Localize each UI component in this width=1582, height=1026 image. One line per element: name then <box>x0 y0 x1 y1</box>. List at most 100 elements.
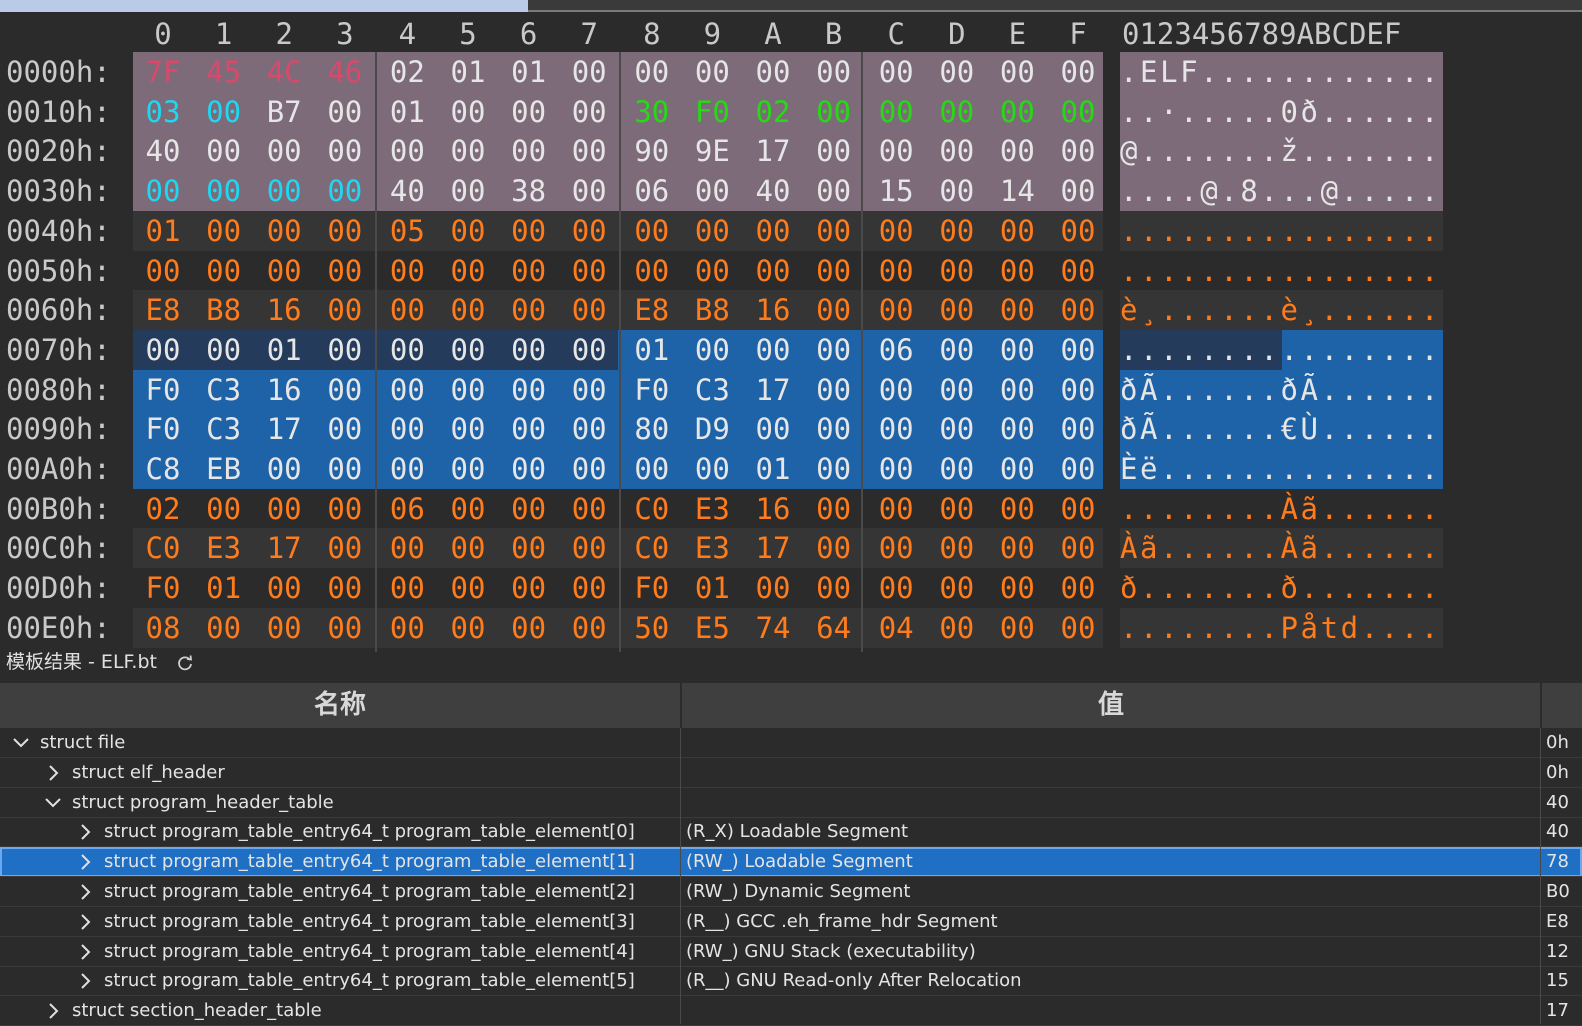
hex-byte[interactable]: 00 <box>927 52 987 92</box>
hex-byte[interactable]: 00 <box>559 449 619 489</box>
ascii-line[interactable]: ................ <box>1120 330 1441 370</box>
ascii-line[interactable]: è¸......è¸...... <box>1120 290 1441 330</box>
hex-byte[interactable]: 00 <box>866 211 926 251</box>
hex-byte[interactable]: 00 <box>438 489 498 529</box>
hex-byte[interactable]: 00 <box>804 171 864 211</box>
hex-byte[interactable]: 00 <box>559 330 619 370</box>
hex-byte[interactable]: 01 <box>622 330 682 370</box>
column-name-header[interactable]: 名称 <box>0 683 680 728</box>
hex-byte[interactable]: 00 <box>1048 528 1108 568</box>
hex-byte[interactable]: 00 <box>438 449 498 489</box>
hex-byte[interactable]: 00 <box>438 528 498 568</box>
hex-byte[interactable]: 00 <box>499 409 559 449</box>
hex-byte[interactable]: 00 <box>866 528 926 568</box>
hex-byte[interactable]: 00 <box>987 528 1047 568</box>
hex-byte[interactable]: 00 <box>194 489 254 529</box>
hex-byte[interactable]: F0 <box>133 409 193 449</box>
ascii-line[interactable]: ........Àã...... <box>1120 489 1441 529</box>
hex-byte[interactable]: 00 <box>927 449 987 489</box>
hex-byte[interactable]: 00 <box>622 449 682 489</box>
hex-byte[interactable]: 06 <box>622 171 682 211</box>
hex-byte[interactable]: 00 <box>804 131 864 171</box>
hex-byte[interactable]: 00 <box>194 330 254 370</box>
hex-byte[interactable]: 01 <box>499 52 559 92</box>
hex-byte[interactable]: 01 <box>254 330 314 370</box>
ascii-line[interactable]: @.......ž....... <box>1120 131 1441 171</box>
hex-byte[interactable]: 00 <box>866 131 926 171</box>
tree-row[interactable]: struct program_table_entry64_t program_t… <box>0 907 1582 937</box>
chevron-right-icon[interactable] <box>44 764 62 782</box>
hex-byte[interactable]: 00 <box>866 409 926 449</box>
hex-byte[interactable]: 00 <box>987 489 1047 529</box>
hex-byte[interactable]: 16 <box>254 290 314 330</box>
hex-byte[interactable]: 00 <box>927 330 987 370</box>
ascii-line[interactable]: ........Påtd.... <box>1120 608 1441 648</box>
tree-row[interactable]: struct program_table_entry64_t program_t… <box>0 817 1582 847</box>
chevron-right-icon[interactable] <box>76 853 94 871</box>
chevron-right-icon[interactable] <box>76 943 94 961</box>
hex-byte[interactable]: 00 <box>559 608 619 648</box>
tree-row[interactable]: struct program_table_entry64_t program_t… <box>0 877 1582 907</box>
hex-byte[interactable]: 00 <box>804 290 864 330</box>
hex-byte[interactable]: 00 <box>927 528 987 568</box>
hex-byte[interactable]: 38 <box>499 171 559 211</box>
hex-byte[interactable]: 00 <box>499 528 559 568</box>
chevron-right-icon[interactable] <box>76 972 94 990</box>
hex-byte[interactable]: 00 <box>987 52 1047 92</box>
hex-byte[interactable]: E3 <box>682 528 742 568</box>
hex-byte[interactable]: 00 <box>1048 568 1108 608</box>
hex-byte[interactable]: 00 <box>682 330 742 370</box>
hex-byte[interactable]: 00 <box>499 290 559 330</box>
tree-row[interactable]: struct program_table_entry64_t program_t… <box>0 847 1582 878</box>
tree-row[interactable]: struct program_header_table 40 <box>0 788 1582 818</box>
hex-byte[interactable]: 00 <box>254 171 314 211</box>
hex-byte[interactable]: 00 <box>133 171 193 211</box>
hex-byte[interactable]: 00 <box>559 171 619 211</box>
hex-byte[interactable]: 30 <box>622 92 682 132</box>
hex-byte[interactable]: 00 <box>987 211 1047 251</box>
hex-byte[interactable]: 00 <box>315 92 375 132</box>
hex-byte[interactable]: 00 <box>927 370 987 410</box>
column-value-header[interactable]: 值 <box>682 683 1540 728</box>
hex-byte[interactable]: 00 <box>1048 211 1108 251</box>
hex-byte[interactable]: 00 <box>315 171 375 211</box>
hex-byte[interactable]: C3 <box>194 370 254 410</box>
hex-byte[interactable]: 00 <box>1048 489 1108 529</box>
hex-byte[interactable]: 00 <box>254 568 314 608</box>
hex-byte[interactable]: 00 <box>315 449 375 489</box>
hex-byte[interactable]: EB <box>194 449 254 489</box>
ascii-line[interactable]: ðÃ......ðÃ...... <box>1120 370 1441 410</box>
hex-byte[interactable]: 00 <box>315 251 375 291</box>
hex-byte[interactable]: F0 <box>622 370 682 410</box>
ascii-line[interactable]: ....@.8...@..... <box>1120 171 1441 211</box>
hex-byte[interactable]: 00 <box>927 568 987 608</box>
hex-byte[interactable]: 00 <box>315 290 375 330</box>
hex-byte[interactable]: E3 <box>682 489 742 529</box>
hex-byte[interactable]: 06 <box>866 330 926 370</box>
hex-byte[interactable]: 00 <box>377 131 437 171</box>
hex-byte[interactable]: C3 <box>194 409 254 449</box>
hex-byte[interactable]: 50 <box>622 608 682 648</box>
hex-byte[interactable]: 00 <box>377 528 437 568</box>
hex-byte[interactable]: 00 <box>254 449 314 489</box>
hex-byte[interactable]: 00 <box>682 251 742 291</box>
hex-byte[interactable]: 00 <box>866 568 926 608</box>
chevron-down-icon[interactable] <box>44 794 62 812</box>
hex-byte[interactable]: 06 <box>377 489 437 529</box>
hex-byte[interactable]: E3 <box>194 528 254 568</box>
hex-byte[interactable]: 00 <box>438 370 498 410</box>
hex-byte[interactable]: 00 <box>1048 171 1108 211</box>
hex-byte[interactable]: 00 <box>804 409 864 449</box>
ascii-line[interactable]: ðÃ......€Ù...... <box>1120 409 1441 449</box>
hex-byte[interactable]: 00 <box>194 131 254 171</box>
hex-byte[interactable]: 00 <box>559 489 619 529</box>
hex-byte[interactable]: 00 <box>315 568 375 608</box>
hex-byte[interactable]: 00 <box>682 211 742 251</box>
hex-byte[interactable]: 00 <box>987 449 1047 489</box>
hex-byte[interactable]: 00 <box>499 251 559 291</box>
hex-byte[interactable]: 01 <box>682 568 742 608</box>
hex-byte[interactable]: 00 <box>499 131 559 171</box>
hex-byte[interactable]: 00 <box>682 449 742 489</box>
hex-byte[interactable]: 00 <box>622 52 682 92</box>
hex-byte[interactable]: 00 <box>743 568 803 608</box>
